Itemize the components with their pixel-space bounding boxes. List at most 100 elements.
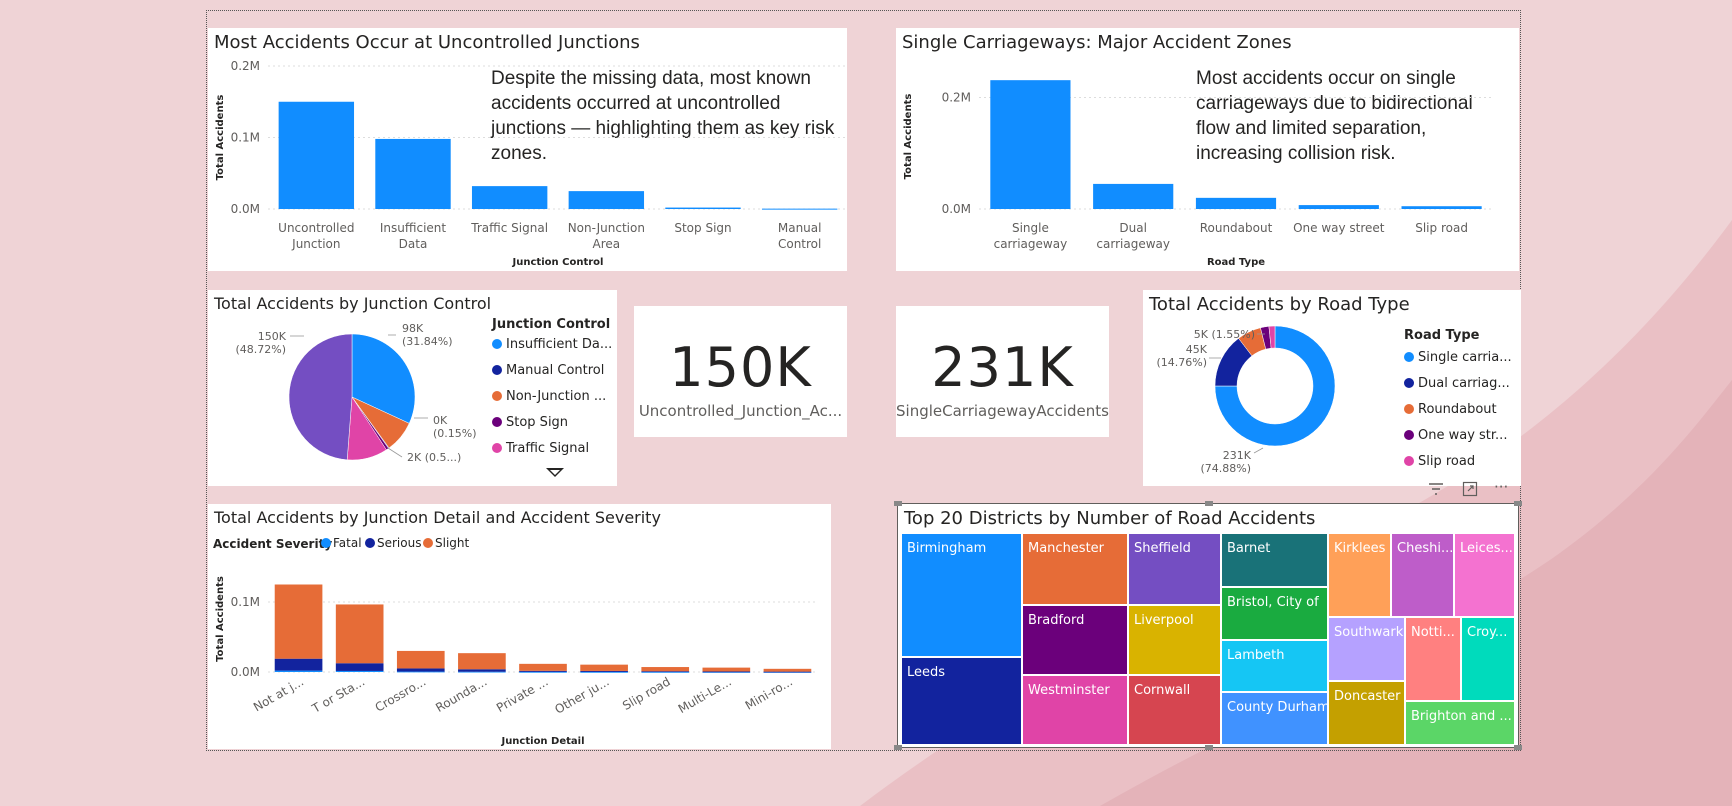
kpi-single-card[interactable]: 231K SingleCarriagewayAccidents	[896, 306, 1109, 437]
road-legend-item[interactable]: Dual carriag...	[1404, 376, 1510, 391]
junction-legend-label: Traffic Signal	[506, 441, 590, 456]
treemap-tile-label: County Durham	[1227, 700, 1329, 715]
road-legend-label: Single carria...	[1418, 350, 1512, 365]
treemap-tile-label: Brighton and ...	[1411, 709, 1512, 724]
filter-icon[interactable]	[1428, 482, 1444, 496]
kpi-uncontrolled-card[interactable]: 150K Uncontrolled_Junction_Ac...	[634, 306, 847, 437]
treemap-tile-label: Liverpool	[1134, 613, 1194, 628]
junction-pie-data-label: 2K (0.5...)	[407, 451, 461, 464]
junction-y-axis-label: Total Accidents	[215, 95, 226, 181]
road-x-tick-label: One way street	[1293, 221, 1385, 235]
severity-x-axis-label: Junction Detail	[500, 736, 584, 747]
treemap-tile[interactable]: Kirklees	[1329, 534, 1392, 618]
treemap-tile[interactable]: Cornwall	[1129, 676, 1222, 746]
treemap-tile[interactable]: Manchester	[1023, 534, 1129, 606]
kpi-single-value: 231K	[931, 336, 1074, 399]
treemap-tile-label: Cornwall	[1134, 683, 1191, 698]
severity-bar-segment	[396, 671, 445, 673]
road-legend-item[interactable]: Slip road	[1404, 454, 1475, 469]
junction-legend-label: Manual Control	[506, 363, 605, 378]
junction-legend-marker	[492, 443, 502, 453]
road-bar	[1401, 206, 1482, 209]
severity-bar-segment	[274, 670, 323, 672]
treemap-tile-label: Croy...	[1467, 625, 1508, 640]
district-treemap-card[interactable]: Top 20 Districts by Number of Road Accid…	[898, 504, 1518, 747]
treemap-tile-label: Westminster	[1028, 683, 1110, 698]
severity-stacked-bar-card[interactable]: Total Accidents by Junction Detail and A…	[208, 504, 831, 749]
treemap-tile-label: Leeds	[907, 665, 946, 680]
treemap-tile-label: Manchester	[1028, 541, 1105, 556]
treemap-tile[interactable]: Liverpool	[1129, 606, 1222, 676]
treemap-tile-label: Kirklees	[1334, 541, 1386, 556]
treemap-tile[interactable]: Leices...	[1455, 534, 1516, 618]
road-legend-item[interactable]: One way str...	[1404, 428, 1507, 443]
junction-bar	[761, 208, 838, 210]
treemap-tile[interactable]: Bradford	[1023, 606, 1129, 676]
treemap-tile[interactable]: Leeds	[902, 658, 1023, 746]
severity-bar-segment	[458, 671, 506, 673]
road-legend-item[interactable]: Single carria...	[1404, 350, 1512, 365]
junction-bar	[471, 186, 548, 209]
severity-x-tick-label: Mini-ro...	[743, 674, 795, 712]
road-x-axis-label: Road Type	[1207, 257, 1265, 268]
treemap-tile[interactable]: Cheshi...	[1392, 534, 1455, 618]
severity-bar-segment	[580, 664, 628, 671]
severity-x-tick-label: Slip road	[620, 674, 673, 712]
junction-x-tick-label: Stop Sign	[674, 221, 731, 235]
junction-bar	[568, 191, 645, 209]
road-legend-item[interactable]: Roundabout	[1404, 402, 1497, 417]
severity-y-tick-label: 0.0M	[231, 665, 260, 679]
treemap-tile[interactable]: Westminster	[1023, 676, 1129, 746]
junction-legend-item[interactable]: Manual Control	[492, 363, 604, 378]
severity-bar-segment	[519, 663, 567, 671]
treemap-tile[interactable]: Doncaster	[1329, 682, 1406, 746]
road-y-tick-label: 0.0M	[942, 202, 971, 216]
junction-x-tick-label: Insufficient Data	[380, 221, 447, 251]
road-donut-data-label: 231K (74.88%)	[1200, 449, 1251, 475]
junction-control-bar-card[interactable]: Most Accidents Occur at Uncontrolled Jun…	[208, 28, 847, 271]
treemap-tile-label: Notti...	[1411, 625, 1455, 640]
focus-mode-icon[interactable]	[1462, 481, 1478, 497]
treemap-tile[interactable]: Lambeth	[1222, 641, 1329, 693]
road-legend-marker	[1404, 352, 1414, 362]
severity-bar-segment	[335, 670, 384, 672]
junction-bar-chart: 0.0M 0.1M 0.2M Uncontrolled Junction Insuffic…	[215, 59, 847, 268]
severity-bar-segment	[519, 670, 567, 672]
treemap-tile[interactable]: Brighton and ...	[1406, 702, 1516, 746]
more-options-icon[interactable]: ···	[1494, 478, 1508, 496]
severity-x-tick-label: T or Sta...	[309, 674, 367, 716]
treemap-tile[interactable]: Bristol, City of	[1222, 588, 1329, 641]
severity-bar-segment	[580, 671, 628, 673]
kpi-uncontrolled-label: Uncontrolled_Junction_Ac...	[638, 402, 843, 420]
junction-legend-item[interactable]: Stop Sign	[492, 415, 568, 430]
treemap-tile[interactable]: Sheffield	[1129, 534, 1222, 606]
severity-bar-segment	[641, 667, 690, 672]
treemap-tile[interactable]: Barnet	[1222, 534, 1329, 588]
junction-y-tick-label: 0.2M	[231, 59, 260, 73]
road-donut-data-label: 45K (14.76%)	[1156, 343, 1207, 369]
junction-legend-item[interactable]: Non-Junction ...	[492, 389, 606, 404]
treemap-tile-label: Bristol, City of	[1227, 595, 1319, 610]
junction-x-tick-label: Non-Junction Area	[568, 221, 645, 251]
severity-bar-chart: 0.0M 0.1M Not at j... T or Sta... Crossro...…	[215, 576, 818, 747]
treemap-tile[interactable]: Croy...	[1462, 618, 1516, 702]
junction-pie-card[interactable]: Total Accidents by Junction Control 98K(…	[208, 290, 617, 486]
junction-x-tick-label: Manual Control	[778, 221, 822, 251]
treemap-tile[interactable]: Southwark	[1329, 618, 1406, 682]
junction-legend-label: Insufficient Da...	[506, 337, 613, 352]
treemap-tile[interactable]: Notti...	[1406, 618, 1462, 702]
road-y-axis-label: Total Accidents	[903, 94, 914, 180]
treemap-tile-label: Cheshi...	[1397, 541, 1454, 556]
road-donut-card[interactable]: Total Accidents by Road Type 5K (1.55%) 4…	[1143, 290, 1521, 486]
road-type-bar-card[interactable]: Single Carriageways: Major Accident Zone…	[896, 28, 1519, 271]
junction-pie-data-label: 0K (0.15%)	[433, 414, 477, 440]
treemap-tile[interactable]: Birmingham	[902, 534, 1023, 658]
junction-legend-item[interactable]: Insufficient Da...	[492, 337, 612, 352]
treemap-tile[interactable]: County Durham	[1222, 693, 1329, 746]
treemap-tile-label: Bradford	[1028, 613, 1085, 628]
junction-legend-marker	[492, 339, 502, 349]
legend-scroll-down-icon[interactable]	[544, 467, 566, 479]
severity-x-tick-label: Multi-Le...	[676, 674, 734, 716]
junction-legend-item[interactable]: Traffic Signal	[492, 441, 589, 456]
kpi-uncontrolled-value: 150K	[669, 336, 812, 399]
